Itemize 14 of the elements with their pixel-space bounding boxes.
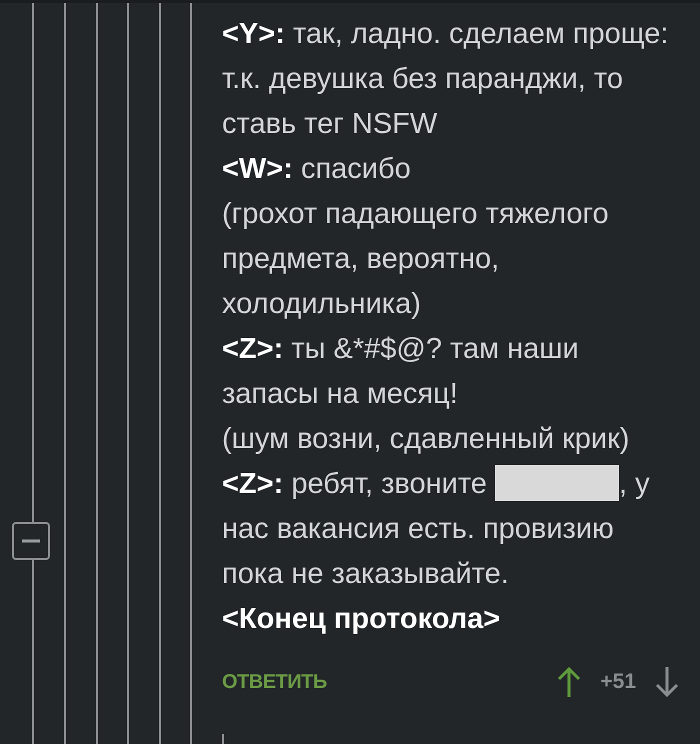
minus-icon [22, 539, 40, 543]
chat-line: нас вакансия есть. провизию пока не заказывайте. [222, 512, 615, 592]
closing-line: <Конец протокола> [222, 602, 502, 637]
chat-line: (грохот падающего тяжелого предмета, вероятно, холодильника) [222, 197, 610, 322]
chat-line: , у [618, 468, 650, 500]
chat-line: (шум возни, сдавленный крик) [222, 422, 630, 457]
chat-line: <Z>: ребят, звоните [222, 468, 487, 500]
collapse-button[interactable] [12, 522, 50, 560]
vote-score: +51 [600, 669, 636, 696]
chat-line: <Z>: ты &*#$@? там наши запасы на месяц! [222, 332, 580, 412]
up-arrow-icon[interactable] [556, 666, 582, 698]
reply-link[interactable]: ОТВЕТИТЬ [222, 667, 327, 697]
down-arrow-icon[interactable] [654, 666, 680, 698]
chat-line: <W>: спасибо [222, 152, 412, 187]
